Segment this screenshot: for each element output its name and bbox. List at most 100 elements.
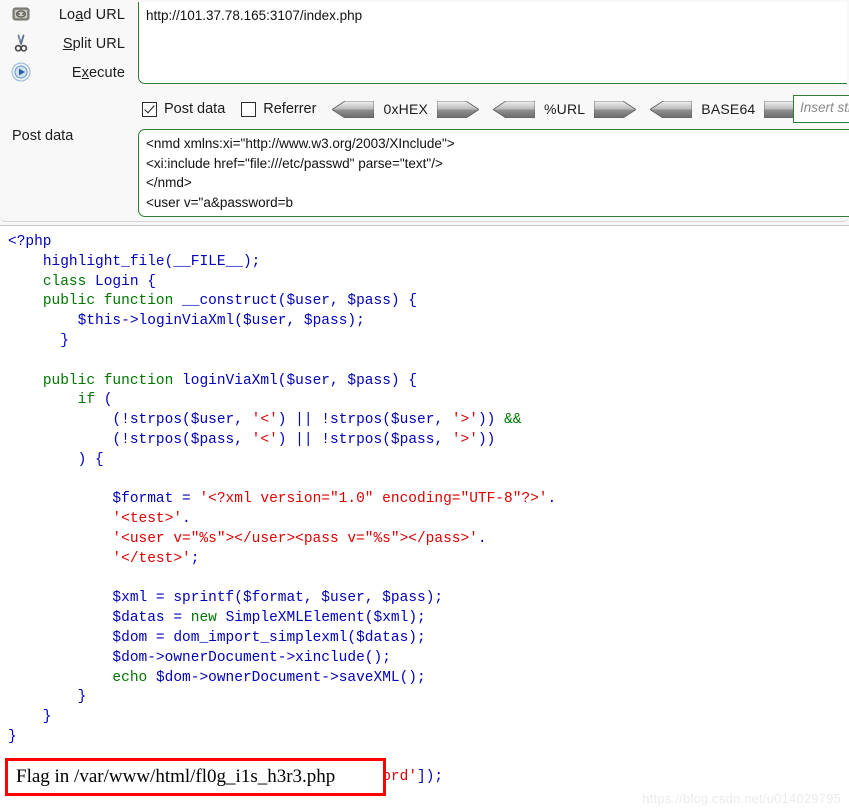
hackbar-panel: Load URL Split URL Execute Post data htt… — [0, 0, 849, 226]
code-token: } — [8, 332, 69, 349]
code-token: echo — [112, 669, 148, 686]
code-line: <?php — [8, 233, 849, 253]
code-token: '<test>' — [112, 511, 183, 528]
code-line: public function loginViaXml($user, $pass… — [8, 372, 849, 392]
code-token: , — [364, 590, 383, 607]
flag-annotation-text: Flag in /var/www/html/fl0g_i1s_h3r3.php — [16, 766, 336, 787]
post-data-input[interactable]: <nmd xmlns:xi="http://www.w3.org/2003/XI… — [138, 129, 849, 217]
code-line: class Login { — [8, 273, 849, 293]
code-line: if ( — [8, 391, 849, 411]
code-token: ( — [347, 629, 357, 646]
code-line: } — [8, 708, 849, 728]
code-token: (! — [8, 412, 130, 429]
code-token: highlight_file — [42, 253, 165, 270]
code-token: saveXML — [338, 669, 400, 686]
code-token: SimpleXMLElement — [225, 610, 365, 627]
code-token: ( — [234, 590, 243, 607]
execute-label: Execute — [71, 64, 125, 81]
code-token: $user — [190, 412, 235, 429]
referrer-checkbox-box[interactable] — [241, 101, 257, 117]
code-token: -> — [190, 669, 209, 686]
referrer-checkbox[interactable]: Referrer — [241, 101, 316, 117]
code-token: $user — [286, 293, 330, 310]
hex-encoder-label: 0xHEX — [383, 101, 429, 117]
code-token: , — [434, 431, 452, 448]
code-line: '<test>'. — [8, 510, 849, 530]
base64-decode-arrow-icon[interactable] — [650, 100, 693, 118]
php-source-output: <?php highlight_file(__FILE__); class Lo… — [0, 226, 849, 812]
code-token: } — [8, 728, 17, 745]
code-token: $user — [390, 412, 435, 429]
load-url-button[interactable]: Load URL — [0, 0, 133, 29]
url-encoder-label: %URL — [544, 101, 586, 117]
code-token: ownerDocument — [164, 649, 278, 666]
split-url-button[interactable]: Split URL — [0, 29, 133, 58]
code-token: $pass — [347, 372, 391, 389]
code-token: -> — [277, 649, 296, 666]
code-token: )) — [477, 412, 505, 429]
code-token: ( — [182, 431, 191, 448]
code-line: ) { — [8, 451, 849, 471]
execute-button[interactable]: Execute — [0, 58, 133, 87]
code-line: '<user v="%s"></user><pass v="%s"></pass… — [8, 530, 849, 550]
post-data-field-label: Post data — [12, 128, 74, 144]
post-data-checkbox-box[interactable] — [142, 101, 157, 117]
code-token: $xml — [373, 610, 409, 627]
code-token: ); — [408, 610, 426, 627]
code-token: , — [234, 431, 252, 448]
url-decode-arrow-icon[interactable] — [493, 100, 536, 118]
code-line: } — [8, 728, 849, 748]
insert-string-input[interactable]: Insert string — [793, 95, 849, 123]
code-token: Login — [95, 273, 139, 290]
watermark: https://blog.csdn.net/u014029795 — [642, 791, 841, 806]
code-token: '>' — [451, 431, 478, 448]
code-line: $this->loginViaXml($user, $pass); — [8, 312, 849, 332]
code-token: $dom — [112, 649, 148, 666]
code-token: } — [8, 709, 52, 726]
code-line: (!strpos($user, '<') || !strpos($user, '… — [8, 411, 849, 431]
code-token: ) { — [390, 293, 418, 310]
code-token: = — [173, 491, 200, 508]
hex-encode-arrow-icon[interactable] — [437, 100, 480, 118]
code-token: ); — [347, 313, 365, 330]
code-token: && — [504, 412, 522, 429]
code-token: ownerDocument — [208, 669, 322, 686]
url-input[interactable]: http://101.37.78.165:3107/index.php — [138, 2, 847, 84]
code-token: ); — [242, 253, 261, 270]
hackbar-panel-body: Load URL Split URL Execute Post data htt… — [0, 0, 849, 222]
encoder-group-base64: BASE64 — [650, 100, 807, 118]
code-line: highlight_file(__FILE__); — [8, 253, 849, 273]
code-token: $user — [242, 313, 287, 330]
code-line: $format = '<?xml version="1.0" encoding=… — [8, 490, 849, 510]
code-token: if — [77, 392, 96, 409]
url-encode-arrow-icon[interactable] — [594, 100, 637, 118]
code-token: (); — [364, 649, 391, 666]
code-token: . — [182, 511, 191, 528]
code-token: ( — [234, 313, 243, 330]
code-token: $format — [242, 590, 304, 607]
post-data-checkbox[interactable]: Post data — [142, 101, 225, 117]
code-token: loginViaXml — [138, 313, 235, 330]
code-token: $format — [112, 491, 174, 508]
code-line: (!strpos($pass, '<') || !strpos($pass, '… — [8, 431, 849, 451]
hex-decode-arrow-icon[interactable] — [332, 100, 375, 118]
code-token: $datas — [112, 610, 165, 627]
code-token: -> — [121, 313, 139, 330]
code-token: = — [147, 590, 174, 607]
referrer-checkbox-label: Referrer — [263, 101, 317, 117]
code-token: )) — [477, 431, 496, 448]
code-token: $dom — [155, 669, 191, 686]
